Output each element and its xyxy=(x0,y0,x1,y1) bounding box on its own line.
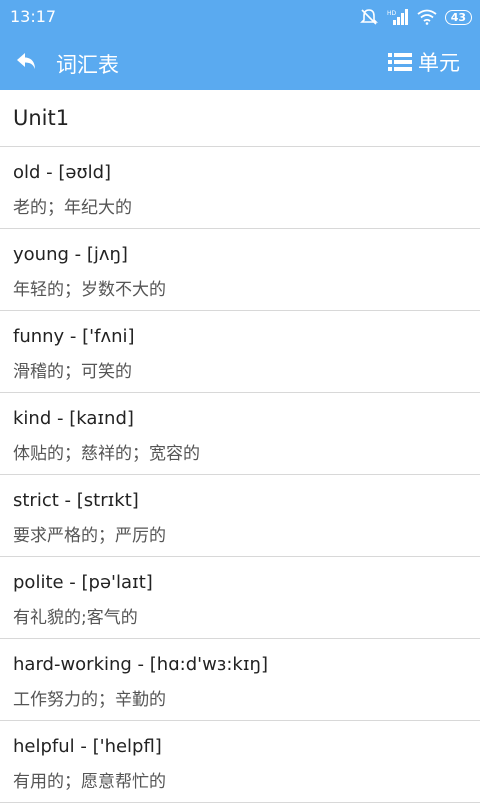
vocab-meaning: 工作努力的；辛勤的 xyxy=(13,690,166,710)
status-bar: 13:17 HD 43 xyxy=(0,0,480,34)
vocab-meaning: 有用的；愿意帮忙的 xyxy=(13,772,166,792)
vocab-item[interactable]: old - [əʊld] 老的；年纪大的 xyxy=(0,147,480,229)
vocab-meaning: 老的；年纪大的 xyxy=(13,198,132,218)
vocab-word: polite - [pə'laɪt] xyxy=(13,572,153,593)
vocab-item[interactable]: helpful - ['helpfl] 有用的；愿意帮忙的 xyxy=(0,721,480,803)
vocab-word: funny - ['fʌni] xyxy=(13,326,135,347)
signal-icon: HD xyxy=(387,9,408,25)
vocab-meaning: 年轻的；岁数不大的 xyxy=(13,280,166,300)
back-arrow-icon[interactable] xyxy=(14,48,42,76)
vocab-item[interactable]: funny - ['fʌni] 滑稽的；可笑的 xyxy=(0,311,480,393)
vocab-word: old - [əʊld] xyxy=(13,162,112,183)
vocab-meaning: 要求严格的；严厉的 xyxy=(13,526,166,546)
unit-menu-label: 单元 xyxy=(418,51,460,75)
app-bar: 词汇表 单元 xyxy=(0,34,480,90)
vocab-word: helpful - ['helpfl] xyxy=(13,736,162,757)
unit-header-title: Unit1 xyxy=(13,106,70,130)
vocabulary-list: old - [əʊld] 老的；年纪大的 young - [jʌŋ] 年轻的；岁… xyxy=(0,147,480,803)
vocab-word: kind - [kaɪnd] xyxy=(13,408,134,429)
unit-header: Unit1 xyxy=(0,90,480,147)
unit-menu-button[interactable]: 单元 xyxy=(388,48,460,76)
vocab-item[interactable]: kind - [kaɪnd] 体贴的；慈祥的；宽容的 xyxy=(0,393,480,475)
vocab-item[interactable]: young - [jʌŋ] 年轻的；岁数不大的 xyxy=(0,229,480,311)
svg-text:HD: HD xyxy=(387,10,397,17)
vocab-meaning: 有礼貌的;客气的 xyxy=(13,608,138,628)
vocab-item[interactable]: polite - [pə'laɪt] 有礼貌的;客气的 xyxy=(0,557,480,639)
vocab-meaning: 滑稽的；可笑的 xyxy=(13,362,132,382)
vocab-item[interactable]: hard-working - [hɑ:d'wɜ:kɪŋ] 工作努力的；辛勤的 xyxy=(0,639,480,721)
status-time: 13:17 xyxy=(10,7,57,26)
status-icons: HD 43 xyxy=(359,6,472,28)
vocab-meaning: 体贴的；慈祥的；宽容的 xyxy=(13,444,200,464)
list-icon xyxy=(388,53,412,71)
battery-indicator: 43 xyxy=(444,9,472,25)
mute-alarm-icon xyxy=(359,9,378,25)
vocab-word: hard-working - [hɑ:d'wɜ:kɪŋ] xyxy=(13,654,268,675)
vocab-item[interactable]: strict - [strɪkt] 要求严格的；严厉的 xyxy=(0,475,480,557)
wifi-icon xyxy=(417,9,437,25)
page-title: 词汇表 xyxy=(56,53,119,77)
vocab-word: strict - [strɪkt] xyxy=(13,490,139,511)
vocab-word: young - [jʌŋ] xyxy=(13,244,128,265)
